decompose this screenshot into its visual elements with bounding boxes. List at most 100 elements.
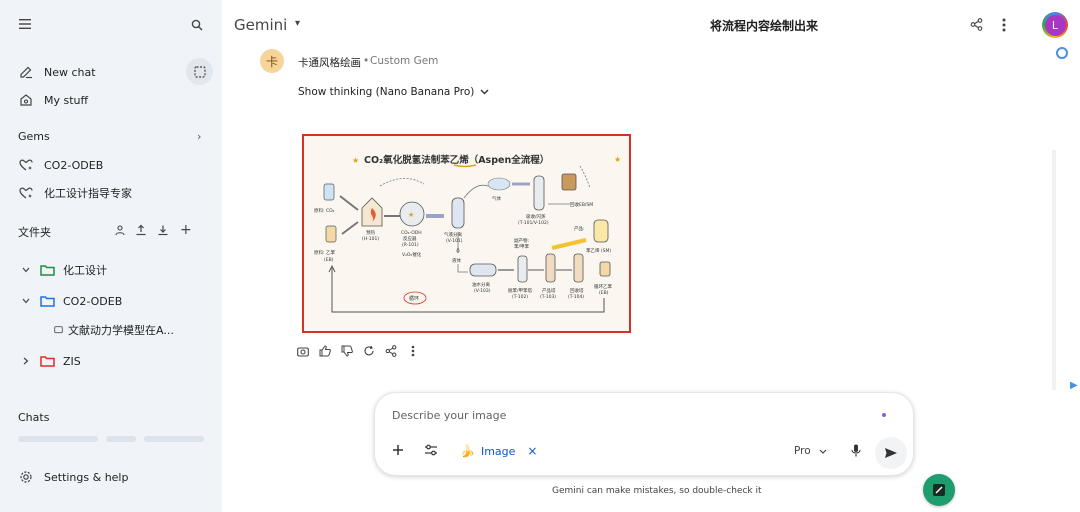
label-gas: 气体 bbox=[492, 195, 501, 202]
generated-image[interactable]: ★ ★ CO₂氧化脱氢法制苯乙烯（Aspen全流程） 原料: CO₂ 原料: 乙… bbox=[302, 134, 631, 333]
label-reactor-2: 反应器 bbox=[403, 235, 417, 242]
label-reactor-id: (R-101) bbox=[402, 242, 419, 248]
separator-dot: • bbox=[363, 55, 370, 67]
label-col1: 脱苯/甲苯塔 bbox=[508, 287, 533, 294]
gem-type: Custom Gem bbox=[370, 55, 439, 67]
settings-help-button[interactable]: Settings & help bbox=[18, 467, 128, 487]
prompt-composer[interactable]: Describe your image 🍌 Image × Pro bbox=[374, 392, 914, 476]
label-preheat-id: (H-101) bbox=[362, 236, 379, 242]
gem-label: 化工设计指导专家 bbox=[44, 187, 132, 200]
label-oilwater-id: (V-103) bbox=[474, 288, 491, 294]
label-feed-eb-sub: (EB) bbox=[324, 257, 334, 263]
label-byproduct-2: 苯/甲苯 bbox=[514, 243, 530, 250]
chat-label: 文献动力学模型在A... bbox=[68, 324, 174, 337]
label-sm: 苯乙烯 (SM) bbox=[586, 247, 611, 254]
gem-item-chem-design[interactable]: 化工设计指导专家 bbox=[18, 183, 132, 203]
label-feed-eb: 原料: 乙苯 bbox=[314, 249, 335, 256]
mic-icon[interactable] bbox=[851, 444, 861, 460]
temporary-chat-button[interactable] bbox=[186, 58, 213, 85]
gem-name[interactable]: 卡通风格绘画 bbox=[298, 55, 361, 70]
label-byproduct: 副产物: bbox=[514, 237, 529, 244]
folder-item[interactable]: 化工设计 bbox=[20, 261, 107, 279]
chevron-right-icon[interactable]: › bbox=[197, 130, 201, 143]
label-col2-id: (T-103) bbox=[540, 294, 556, 300]
search-icon[interactable] bbox=[191, 19, 203, 34]
label-col1-id: (T-102) bbox=[512, 294, 528, 300]
edit-icon bbox=[933, 484, 945, 496]
status-ring-icon bbox=[1056, 47, 1068, 59]
label-gasliq-id: (V-101) bbox=[446, 238, 463, 244]
label-absorb-id: (T-101/V-102) bbox=[518, 220, 549, 226]
account-avatar[interactable]: L bbox=[1042, 12, 1068, 38]
scrollbar[interactable] bbox=[1052, 150, 1056, 390]
label-catalyst: V₂O₅催化 bbox=[402, 251, 422, 258]
chevron-down-icon[interactable] bbox=[20, 295, 32, 307]
folder-label: CO2-ODEB bbox=[63, 294, 123, 308]
share-folder-icon[interactable] bbox=[114, 224, 126, 239]
gem-item-co2-odeb[interactable]: CO2-ODEB bbox=[18, 155, 103, 175]
camera-icon[interactable] bbox=[296, 344, 310, 358]
upload-icon[interactable] bbox=[135, 224, 147, 239]
main-area: Gemini ▾ 将流程内容绘制出来 L 卡 卡通风格绘画 • Custom G… bbox=[222, 0, 1080, 512]
label-feed-co2: 原料: CO₂ bbox=[314, 207, 335, 214]
settings-label: Settings & help bbox=[44, 470, 129, 484]
chevron-down-icon bbox=[480, 89, 489, 95]
gem-icon bbox=[18, 157, 34, 173]
folders-heading: 文件夹 bbox=[18, 226, 51, 239]
my-stuff-label: My stuff bbox=[44, 93, 89, 107]
chevron-down-icon bbox=[819, 449, 827, 454]
side-panel-arrow-icon[interactable]: ▶ bbox=[1070, 380, 1078, 391]
prompt-input[interactable]: Describe your image bbox=[392, 409, 506, 422]
label-col2: 产品塔 bbox=[542, 287, 556, 294]
pin-icon[interactable]: ▾ bbox=[295, 18, 300, 29]
chat-title[interactable]: 将流程内容绘制出来 bbox=[710, 17, 818, 34]
diagram-title: CO₂氧化脱氢法制苯乙烯（Aspen全流程） bbox=[364, 154, 549, 166]
label-recycle-eb: 循环乙苯 bbox=[594, 283, 612, 290]
send-button[interactable] bbox=[875, 437, 907, 469]
more-vert-icon[interactable] bbox=[406, 344, 420, 358]
label-liquid: 液体 bbox=[452, 257, 461, 264]
star-icon: ★ bbox=[614, 155, 621, 164]
new-chat-label: New chat bbox=[44, 65, 96, 79]
thumbs-up-icon[interactable] bbox=[318, 344, 332, 358]
add-folder-icon[interactable]: + bbox=[180, 223, 192, 237]
banana-icon: 🍌 bbox=[460, 444, 475, 458]
label-product: 产品: bbox=[574, 225, 585, 232]
share-icon[interactable] bbox=[384, 344, 398, 358]
label-reactor: CO₂-ODH bbox=[401, 230, 422, 236]
show-thinking-toggle[interactable]: Show thinking (Nano Banana Pro) bbox=[298, 86, 489, 98]
show-thinking-label: Show thinking (Nano Banana Pro) bbox=[298, 86, 475, 98]
add-attachment-button[interactable] bbox=[392, 444, 404, 459]
app-title[interactable]: Gemini bbox=[234, 16, 287, 34]
chevron-down-icon[interactable] bbox=[20, 264, 32, 276]
disclaimer-text: Gemini can make mistakes, so double-chec… bbox=[552, 486, 762, 496]
share-icon[interactable] bbox=[970, 18, 983, 34]
gear-icon bbox=[18, 469, 34, 485]
folder-item[interactable]: CO2-ODEB bbox=[20, 292, 122, 310]
folder-icon bbox=[40, 355, 55, 367]
download-icon[interactable] bbox=[157, 224, 169, 239]
edit-icon bbox=[18, 64, 34, 80]
chevron-right-icon[interactable] bbox=[20, 355, 32, 367]
floating-edit-button[interactable] bbox=[923, 474, 955, 506]
close-icon[interactable]: × bbox=[527, 444, 537, 458]
status-dot-icon bbox=[882, 413, 886, 417]
model-label: Pro bbox=[794, 445, 811, 457]
thumbs-down-icon[interactable] bbox=[340, 344, 354, 358]
label-preheat: 预热 bbox=[366, 229, 375, 236]
chat-icon bbox=[54, 325, 63, 335]
new-chat-button[interactable]: New chat bbox=[18, 62, 96, 82]
image-tool-chip[interactable]: 🍌 Image × bbox=[460, 444, 537, 458]
model-selector[interactable]: Pro bbox=[794, 445, 827, 457]
menu-icon[interactable] bbox=[19, 19, 31, 32]
my-stuff-link[interactable]: My stuff bbox=[18, 90, 88, 110]
chat-item[interactable]: 文献动力学模型在A... bbox=[54, 321, 174, 339]
folder-icon bbox=[40, 264, 55, 276]
gem-icon bbox=[18, 185, 34, 201]
more-vert-icon[interactable] bbox=[1002, 18, 1006, 35]
folder-icon bbox=[40, 295, 55, 307]
regenerate-icon[interactable] bbox=[362, 344, 376, 358]
avatar-letter: L bbox=[1044, 14, 1066, 36]
folder-item[interactable]: ZIS bbox=[20, 352, 81, 370]
tools-button[interactable] bbox=[424, 444, 438, 459]
